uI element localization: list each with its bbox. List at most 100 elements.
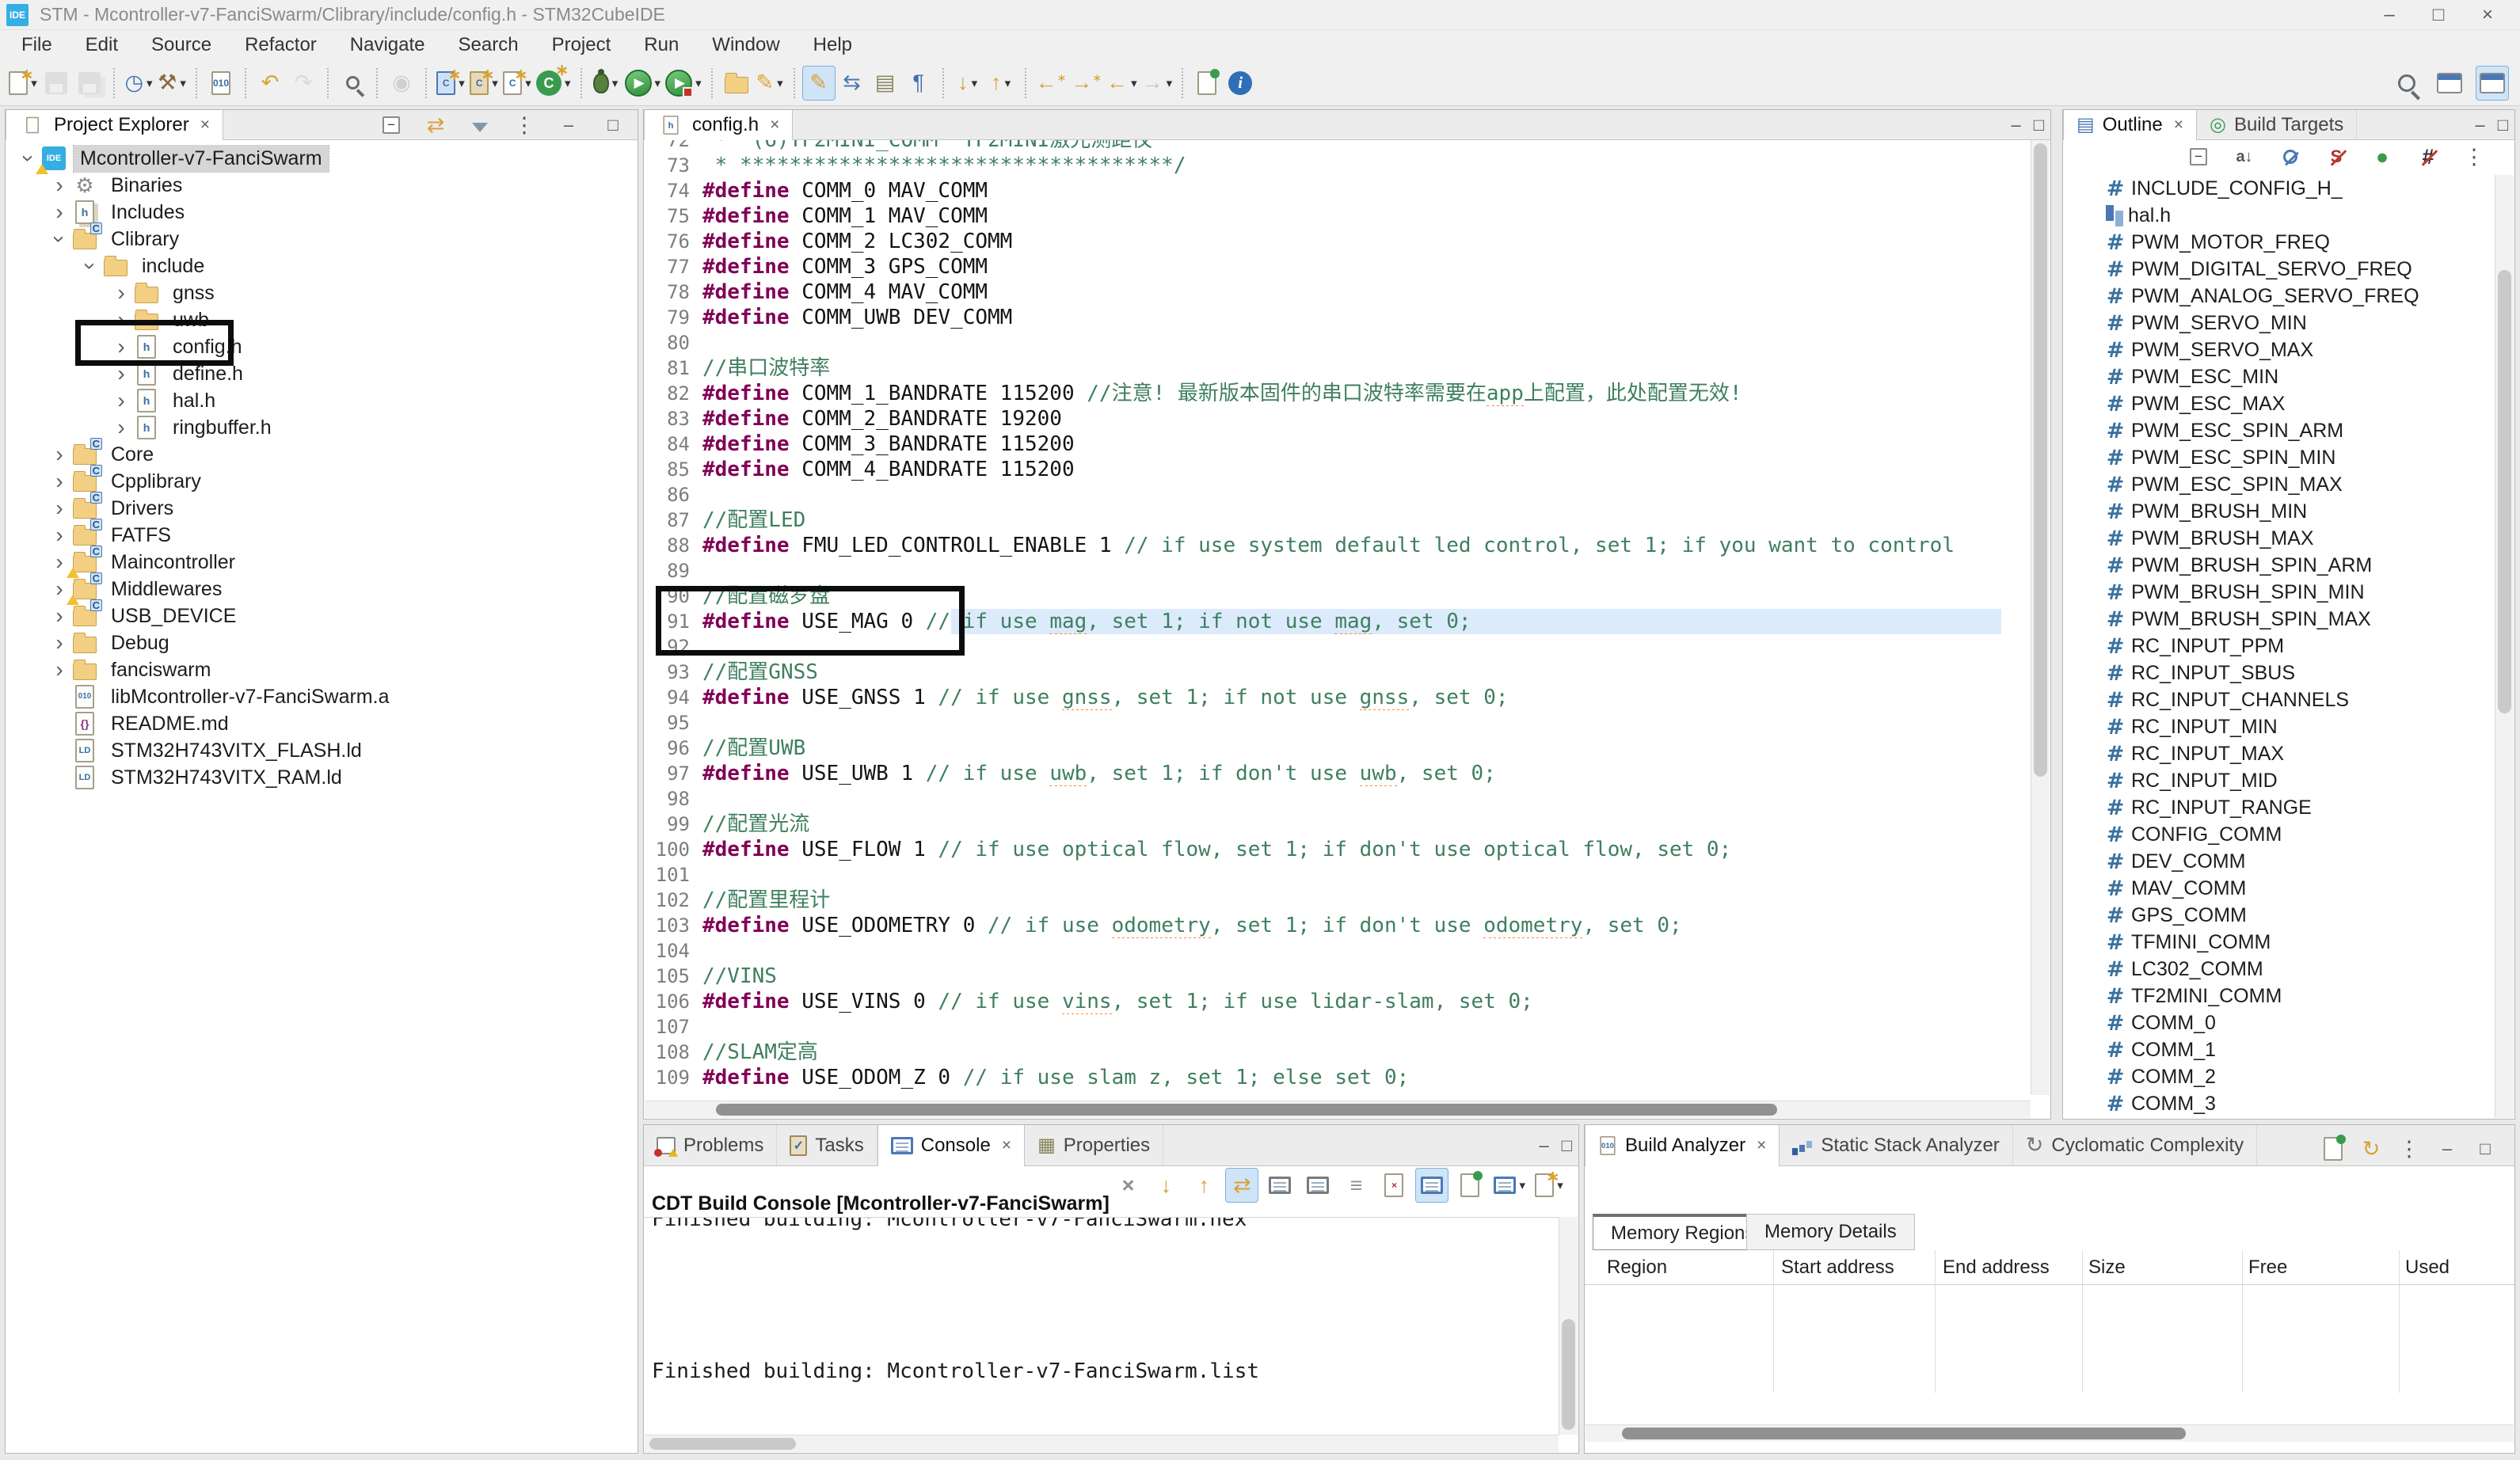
code-line-77[interactable]: 77#define COMM_3 GPS_COMM: [644, 254, 2027, 279]
outline-item-dev-comm[interactable]: #DEV_COMM: [2063, 848, 2497, 875]
view-menu-button[interactable]: ⋮: [2457, 139, 2491, 174]
new-wizard-button[interactable]: ∗▾: [6, 66, 40, 101]
outline-item-rc-input-sbus[interactable]: #RC_INPUT_SBUS: [2063, 660, 2497, 686]
link-with-editor-button[interactable]: ⇆: [836, 66, 869, 101]
menu-search[interactable]: Search: [442, 30, 535, 60]
code-line-109[interactable]: 109#define USE_ODOM_Z 0 // if use slam z…: [644, 1065, 2027, 1090]
outline-item-gps-comm[interactable]: #GPS_COMM: [2063, 902, 2497, 929]
tree-item-cpplibrary[interactable]: ›CCpplibrary: [6, 468, 636, 495]
refresh-button[interactable]: ↻: [2354, 1131, 2388, 1166]
tree-item-includes[interactable]: ›hIncludes: [6, 199, 636, 226]
minimize-console-icon[interactable]: –: [1539, 1135, 1548, 1156]
console-vertical-scrollbar[interactable]: [1559, 1217, 1578, 1435]
code-line-101[interactable]: 101: [644, 862, 2027, 888]
twistie-expanded-icon[interactable]: ›: [78, 254, 102, 278]
code-line-105[interactable]: 105//VINS: [644, 964, 2027, 989]
pin-analyzer-button[interactable]: [2316, 1131, 2350, 1166]
twistie-collapsed-icon[interactable]: ›: [48, 523, 71, 547]
tab-memory-details[interactable]: Memory Details: [1746, 1214, 1915, 1250]
outline-item-pwm-brush-max[interactable]: #PWM_BRUSH_MAX: [2063, 525, 2497, 552]
outline-item-rc-input-channels[interactable]: #RC_INPUT_CHANNELS: [2063, 686, 2497, 713]
code-line-87[interactable]: 87//配置LED: [644, 508, 2027, 533]
tree-item-libmcontroller-v7-fanciswarm-a[interactable]: 010libMcontroller-v7-FanciSwarm.a: [6, 683, 636, 710]
tree-item-maincontroller[interactable]: ›CMaincontroller: [6, 549, 636, 576]
scroll-to-next-button[interactable]: ↓: [1149, 1168, 1182, 1203]
outline-item-rc-input-ppm[interactable]: #RC_INPUT_PPM: [2063, 633, 2497, 660]
profile-button[interactable]: ▶▾: [663, 66, 704, 101]
menu-edit[interactable]: Edit: [69, 30, 135, 60]
code-line-94[interactable]: 94#define USE_GNSS 1 // if use gnss, set…: [644, 685, 2027, 710]
mark-occurrences-button[interactable]: ✎▾: [753, 66, 786, 101]
tab-problems[interactable]: Problems: [644, 1125, 777, 1165]
code-line-74[interactable]: 74#define COMM_0 MAV_COMM: [644, 178, 2027, 203]
twistie-collapsed-icon[interactable]: ›: [109, 281, 133, 305]
sort-button[interactable]: a↓: [2228, 139, 2261, 174]
last-edit-back-button[interactable]: ←∗: [1034, 66, 1069, 101]
tree-item-ringbuffer-h[interactable]: ›hringbuffer.h: [6, 414, 636, 441]
pin-console-button[interactable]: [1453, 1168, 1486, 1203]
outline-item-pwm-digital-servo-freq[interactable]: #PWM_DIGITAL_SERVO_FREQ: [2063, 256, 2497, 283]
column-header-end-address[interactable]: End address: [1943, 1257, 2050, 1279]
show-whitespace-button[interactable]: ¶: [902, 66, 935, 101]
outline-item-mav-comm[interactable]: #MAV_COMM: [2063, 875, 2497, 902]
editor-vertical-scrollbar[interactable]: [2031, 140, 2050, 1095]
outline-item-tf2mini-comm[interactable]: #TF2MINI_COMM: [2063, 983, 2497, 1009]
tab-static-stack-analyzer[interactable]: Static Stack Analyzer: [1780, 1125, 2012, 1165]
outline-item-pwm-servo-min[interactable]: #PWM_SERVO_MIN: [2063, 310, 2497, 336]
info-button[interactable]: i: [1224, 66, 1257, 101]
outline-item-rc-input-mid[interactable]: #RC_INPUT_MID: [2063, 767, 2497, 794]
code-line-72[interactable]: 72 * (6)TF2MINI_COMM TF2MINI激光测距仪: [644, 140, 2027, 153]
link-editor-button[interactable]: ⇄: [419, 108, 452, 143]
code-line-102[interactable]: 102//配置里程计: [644, 888, 2027, 913]
tree-item-clibrary[interactable]: ›CClibrary: [6, 226, 636, 253]
maximize-console-icon[interactable]: □: [1562, 1135, 1572, 1156]
menu-run[interactable]: Run: [627, 30, 695, 60]
code-line-85[interactable]: 85#define COMM_4_BANDRATE 115200: [644, 457, 2027, 482]
close-window-button[interactable]: ×: [2463, 0, 2512, 30]
code-line-100[interactable]: 100#define USE_FLOW 1 // if use optical …: [644, 837, 2027, 862]
tree-item-fanciswarm[interactable]: ›fanciswarm: [6, 656, 636, 683]
menu-window[interactable]: Window: [695, 30, 796, 60]
console-horizontal-scrollbar[interactable]: [645, 1435, 1559, 1452]
twistie-collapsed-icon[interactable]: ›: [48, 173, 71, 197]
analyzer-horizontal-scrollbar[interactable]: [1585, 1424, 2514, 1442]
outline-item-pwm-esc-spin-max[interactable]: #PWM_ESC_SPIN_MAX: [2063, 471, 2497, 498]
twistie-expanded-icon[interactable]: ›: [48, 227, 71, 251]
code-line-80[interactable]: 80: [644, 330, 2027, 355]
display-console-dropdown[interactable]: ▾: [1491, 1168, 1528, 1203]
tree-item-drivers[interactable]: ›CDrivers: [6, 495, 636, 522]
open-console-dropdown[interactable]: ∗▾: [1532, 1168, 1566, 1203]
menu-source[interactable]: Source: [135, 30, 228, 60]
minimize-outline-icon[interactable]: –: [2475, 115, 2484, 135]
code-line-79[interactable]: 79#define COMM_UWB DEV_COMM: [644, 305, 2027, 330]
outline-item-hal-h[interactable]: hal.h: [2063, 202, 2497, 229]
twistie-collapsed-icon[interactable]: ›: [48, 496, 71, 520]
tree-item-usb-device[interactable]: ›CUSB_DEVICE: [6, 603, 636, 629]
outline-item-lc302-comm[interactable]: #LC302_COMM: [2063, 956, 2497, 983]
outline-item-pwm-brush-min[interactable]: #PWM_BRUSH_MIN: [2063, 498, 2497, 525]
column-header-used[interactable]: Used: [2405, 1257, 2450, 1279]
code-line-86[interactable]: 86: [644, 482, 2027, 508]
outline-item-comm-3[interactable]: #COMM_3: [2063, 1090, 2497, 1117]
outline-list[interactable]: #INCLUDE_CONFIG_H_hal.h#PWM_MOTOR_FREQ#P…: [2063, 175, 2497, 1117]
tree-item-debug[interactable]: ›Debug: [6, 629, 636, 656]
outline-item-pwm-esc-spin-min[interactable]: #PWM_ESC_SPIN_MIN: [2063, 444, 2497, 471]
maximize-button[interactable]: □: [596, 108, 630, 143]
outline-item-pwm-esc-spin-arm[interactable]: #PWM_ESC_SPIN_ARM: [2063, 417, 2497, 444]
save-all-button[interactable]: [73, 66, 106, 101]
show-on-error-button[interactable]: [1263, 1168, 1296, 1203]
terminate-console-button[interactable]: ×: [1111, 1168, 1144, 1203]
outline-item-include-config-h[interactable]: #INCLUDE_CONFIG_H_: [2063, 175, 2497, 202]
maximize-button[interactable]: □: [2469, 1131, 2502, 1166]
code-line-76[interactable]: 76#define COMM_2 LC302_COMM: [644, 229, 2027, 254]
prev-annotation-button[interactable]: ↑▾: [984, 66, 1018, 101]
display-selected-button[interactable]: [1415, 1168, 1448, 1203]
code-line-107[interactable]: 107: [644, 1014, 2027, 1040]
outline-vertical-scrollbar[interactable]: [2495, 175, 2514, 1118]
code-line-83[interactable]: 83#define COMM_2_BANDRATE 19200: [644, 406, 2027, 432]
last-edit-forward-button[interactable]: →∗: [1068, 66, 1104, 101]
search-button[interactable]: [2390, 66, 2423, 101]
tab-properties[interactable]: ▦ Properties: [1025, 1125, 1163, 1165]
save-button[interactable]: [40, 66, 73, 101]
maximize-editor-icon[interactable]: □: [2034, 115, 2044, 135]
